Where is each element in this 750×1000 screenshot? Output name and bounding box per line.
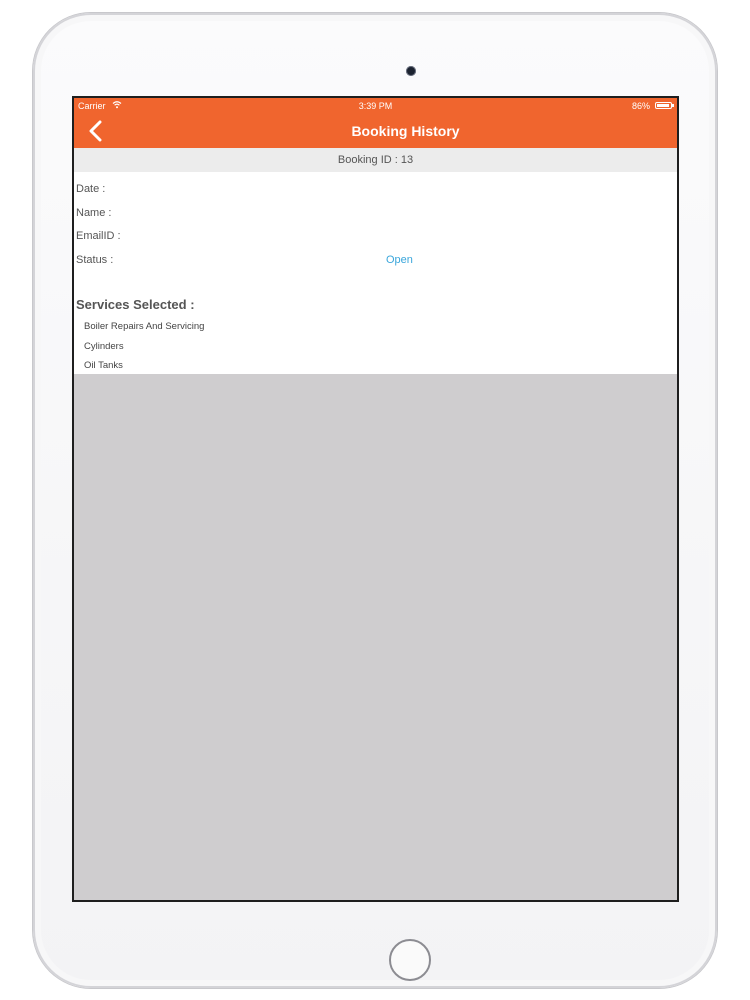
service-item: Boiler Repairs And Servicing bbox=[84, 321, 205, 332]
status-bar: Carrier 3:39 PM 86% bbox=[74, 98, 677, 114]
name-label: Name : bbox=[76, 207, 112, 219]
page-title: Booking History bbox=[351, 123, 460, 139]
service-item: Cylinders bbox=[84, 341, 124, 352]
services-heading: Services Selected : bbox=[76, 297, 195, 312]
app-screen: Carrier 3:39 PM 86% Booking History Book… bbox=[72, 96, 679, 902]
service-item: Oil Tanks bbox=[84, 360, 123, 371]
clock-time: 3:39 PM bbox=[358, 101, 393, 111]
battery-icon bbox=[655, 102, 674, 109]
home-button[interactable] bbox=[389, 939, 431, 981]
navigation-bar: Carrier 3:39 PM 86% Booking History bbox=[74, 98, 677, 148]
battery-percentage: 86% bbox=[631, 101, 650, 111]
status-label: Status : bbox=[76, 254, 114, 266]
booking-id-header: Booking ID : 13 bbox=[74, 148, 677, 172]
booking-details-panel: Date : Name : EmailID : Status : Open Se… bbox=[74, 172, 677, 374]
camera-icon bbox=[406, 66, 416, 76]
date-label: Date : bbox=[76, 183, 106, 195]
status-value: Open bbox=[386, 254, 413, 266]
email-label: EmailID : bbox=[76, 230, 121, 242]
